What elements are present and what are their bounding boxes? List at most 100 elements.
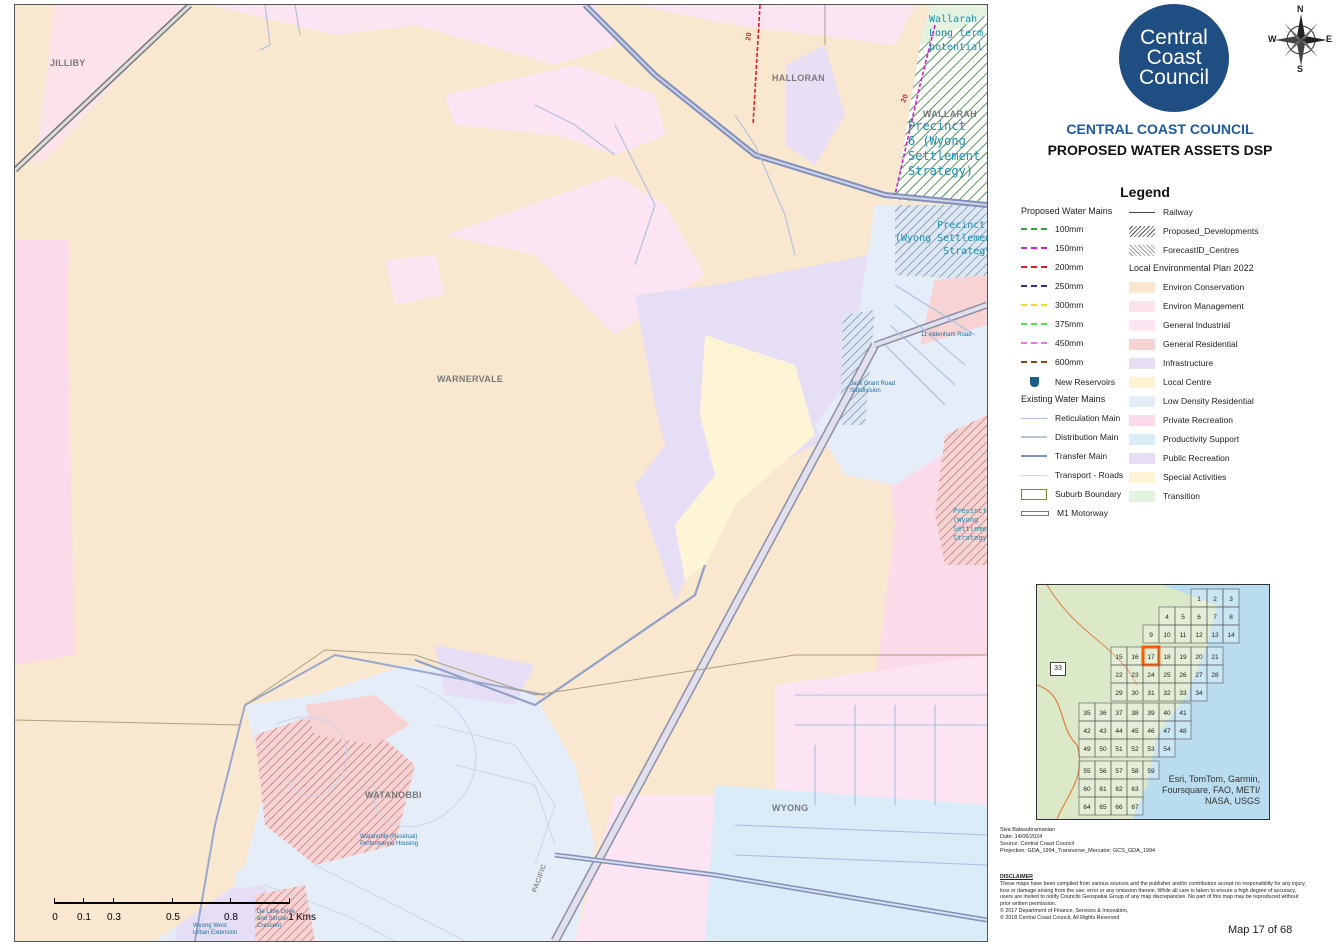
inset-cell-label: 67 — [1131, 804, 1139, 811]
legend-item: 300mm — [1021, 298, 1083, 312]
dashed-line-icon — [1021, 247, 1047, 249]
legend-item-railway: Railway — [1129, 205, 1193, 219]
label-precinct-6: Precinct 6 (Wyong Settlement Strategy) — [908, 119, 981, 178]
boundary-swatch — [1021, 488, 1047, 500]
inset-cell-label: 21 — [1211, 654, 1219, 661]
line-icon — [1021, 455, 1047, 457]
inset-cell-label: 46 — [1147, 728, 1155, 735]
hatch-swatch — [1129, 225, 1155, 237]
disclaimer-body: These maps have been compiled from vario… — [1000, 880, 1306, 908]
legend-item: 150mm — [1021, 241, 1083, 255]
inset-cell-label: 63 — [1131, 786, 1139, 793]
label-aldenham-road: 11 Aldenham Road — [921, 332, 972, 338]
map-canvas[interactable]: JILLIBY HALLORAN WALLARAH WARNERVALE WAT… — [14, 4, 988, 942]
legend-proposed-heading: Proposed Water Mains — [1021, 206, 1113, 216]
motorway-icon — [1021, 510, 1049, 516]
swatch — [1129, 452, 1155, 464]
inset-cell-label: 31 — [1147, 690, 1155, 697]
scale-tick-05: 0.5 — [166, 912, 180, 923]
scale-bar: 0 0.1 0.3 0.5 0.8 1 Kms — [52, 898, 324, 928]
scale-tick-1: 1 — [288, 912, 294, 923]
inset-cell-label: 28 — [1211, 672, 1219, 679]
inset-cell-label: 37 — [1115, 710, 1123, 717]
inset-cell-label: 53 — [1147, 746, 1155, 753]
railway-icon — [1129, 211, 1155, 213]
dashed-line-icon — [1021, 266, 1047, 268]
north-arrow-icon: N S E W — [1266, 4, 1336, 74]
inset-cell-label: 49 — [1083, 746, 1091, 753]
pipe-label-1: 20 — [745, 31, 754, 42]
swatch — [1129, 376, 1155, 388]
inset-cell-label: 52 — [1131, 746, 1139, 753]
swatch — [1129, 338, 1155, 350]
legend-item: Environ Conservation — [1129, 280, 1244, 294]
inset-cell-label: 47 — [1163, 728, 1171, 735]
inset-cell-label: 17 — [1147, 654, 1155, 661]
inset-cell-label: 64 — [1083, 804, 1091, 811]
logo-line-2: Coast — [1146, 46, 1202, 69]
legend-item: Transfer Main — [1021, 449, 1107, 463]
inset-cell-label: 59 — [1147, 768, 1155, 775]
inset-cell-label: 34 — [1195, 690, 1203, 697]
legend-item: General Residential — [1129, 337, 1238, 351]
legend-item: Suburb Boundary — [1021, 487, 1121, 501]
compass-s: S — [1297, 64, 1304, 74]
swatch — [1129, 395, 1155, 407]
inset-cell-label: 11 — [1180, 632, 1187, 639]
inset-cell-label: 45 — [1131, 728, 1139, 735]
legend-item: 250mm — [1021, 279, 1083, 293]
inset-cell-label: 14 — [1227, 632, 1235, 639]
inset-cell-label: 58 — [1131, 768, 1139, 775]
dashed-line-icon — [1021, 323, 1047, 325]
disclaimer-copyright-2: © 2018 Central Coast Council, All Rights… — [1000, 914, 1120, 921]
legend-item: Distribution Main — [1021, 430, 1118, 444]
legend-item-proposed-dev: Proposed_Developments — [1129, 224, 1258, 238]
inset-cell-label: 27 — [1195, 672, 1203, 679]
inset-cell-label: 38 — [1131, 710, 1139, 717]
label-jack-grant: Jack Grant Road Subdivision — [850, 381, 896, 394]
inset-cell-label: 54 — [1163, 746, 1171, 753]
line-icon — [1021, 417, 1047, 419]
inset-cell-label: 51 — [1115, 746, 1123, 753]
inset-cell-label: 10 — [1163, 632, 1171, 639]
suburb-label-wallarah: WALLARAH — [923, 109, 977, 119]
inset-cell-label: 9 — [1149, 632, 1153, 639]
swatch — [1129, 300, 1155, 312]
reservoir-icon — [1021, 376, 1047, 388]
inset-cell-label: 66 — [1115, 804, 1123, 811]
disclaimer-copyright-1: © 2017 Department of Finance, Services &… — [1000, 907, 1129, 914]
dashed-line-icon — [1021, 304, 1047, 306]
inset-cell-label: 7 — [1213, 614, 1217, 621]
inset-cell-label: 4 — [1165, 614, 1169, 621]
inset-cell-label: 6 — [1197, 614, 1201, 621]
legend-title: Legend — [1120, 184, 1170, 200]
meta-date: Date: 14/06/2024 — [1000, 834, 1043, 840]
scale-tick-08: 0.8 — [224, 912, 238, 923]
hatch-swatch — [1129, 244, 1155, 256]
legend-item: 375mm — [1021, 317, 1083, 331]
dashed-line-icon — [1021, 342, 1047, 344]
scale-tick-03: 0.3 — [107, 912, 121, 923]
inset-cell-label: 25 — [1163, 672, 1171, 679]
swatch — [1129, 414, 1155, 426]
map-number: Map 17 of 68 — [1228, 924, 1293, 936]
meta-projection: Projection: GDA_1994_Transverse_Mercator… — [1000, 848, 1156, 854]
scale-tick-01: 0.1 — [77, 912, 91, 923]
inset-cell-label: 44 — [1115, 728, 1123, 735]
inset-cell-label: 1 — [1197, 596, 1201, 603]
inset-cell-label: 24 — [1147, 672, 1155, 679]
legend-item: General Industrial — [1129, 318, 1230, 332]
swatch — [1129, 490, 1155, 502]
inset-cell-label: 57 — [1115, 768, 1123, 775]
inset-cell-label: 56 — [1099, 768, 1107, 775]
legend-item: Productivity Support — [1129, 432, 1239, 446]
legend-item: Transport - Roads — [1021, 468, 1123, 482]
inset-cell-label: 13 — [1211, 632, 1219, 639]
dashed-line-icon — [1021, 285, 1047, 287]
compass-n: N — [1297, 4, 1304, 14]
inset-cell-label: 12 — [1195, 632, 1203, 639]
legend-item: 200mm — [1021, 260, 1083, 274]
legend-item: Environ Management — [1129, 299, 1244, 313]
inset-cell-label: 50 — [1099, 746, 1107, 753]
dashed-line-icon — [1021, 228, 1047, 230]
